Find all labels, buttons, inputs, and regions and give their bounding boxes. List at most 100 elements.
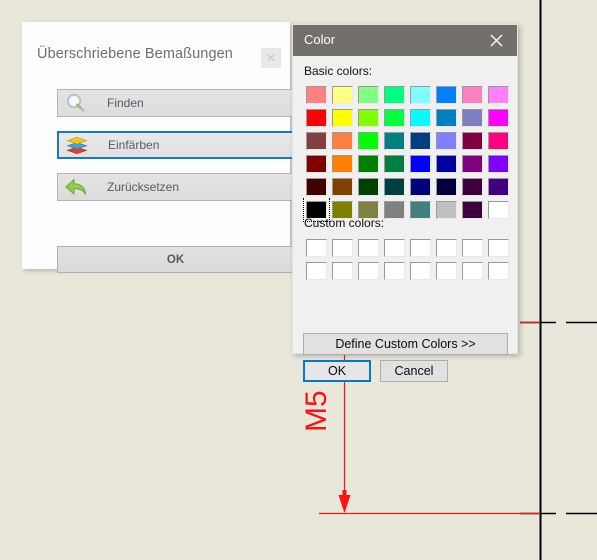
custom-color-swatch[interactable] — [303, 236, 329, 259]
swatch-fill — [357, 108, 379, 127]
basic-color-swatch[interactable] — [433, 106, 459, 129]
basic-color-swatch[interactable] — [433, 175, 459, 198]
basic-color-swatch[interactable] — [433, 129, 459, 152]
basic-color-swatch[interactable] — [485, 106, 511, 129]
custom-colors-label: Custom colors: — [304, 216, 385, 230]
custom-color-swatch[interactable] — [407, 259, 433, 282]
colorize-button[interactable]: Einfärben — [57, 131, 294, 159]
basic-color-swatch[interactable] — [303, 175, 329, 198]
color-dialog-ok-button[interactable]: OK — [303, 360, 371, 382]
swatch-fill — [409, 85, 431, 104]
basic-color-swatch[interactable] — [459, 198, 485, 221]
color-dialog-cancel-button[interactable]: Cancel — [380, 360, 448, 382]
basic-color-swatch[interactable] — [329, 175, 355, 198]
basic-color-swatch[interactable] — [407, 175, 433, 198]
undo-arrow-icon — [61, 175, 91, 199]
custom-color-swatch[interactable] — [381, 259, 407, 282]
define-custom-colors-button[interactable]: Define Custom Colors >> — [303, 333, 508, 355]
custom-color-swatch[interactable] — [433, 259, 459, 282]
custom-color-swatch[interactable] — [355, 259, 381, 282]
basic-color-swatch[interactable] — [485, 129, 511, 152]
basic-color-swatch[interactable] — [381, 129, 407, 152]
custom-color-swatch[interactable] — [381, 236, 407, 259]
basic-color-swatch[interactable] — [329, 129, 355, 152]
swatch-fill — [383, 85, 405, 104]
basic-color-swatch[interactable] — [459, 175, 485, 198]
custom-color-swatch[interactable] — [407, 236, 433, 259]
swatch-fill — [409, 108, 431, 127]
basic-color-swatch[interactable] — [303, 106, 329, 129]
basic-color-swatch[interactable] — [355, 106, 381, 129]
tool-dialog-ok-button[interactable]: OK — [57, 246, 294, 273]
swatch-fill — [305, 131, 327, 150]
tool-dialog-ok-label: OK — [166, 253, 185, 266]
custom-color-swatch[interactable] — [355, 236, 381, 259]
basic-color-swatch[interactable] — [381, 198, 407, 221]
find-button[interactable]: Finden — [57, 89, 294, 117]
swatch-fill — [461, 108, 483, 127]
basic-colors-label: Basic colors: — [304, 64, 373, 78]
basic-color-swatch[interactable] — [433, 83, 459, 106]
swatch-fill — [383, 177, 405, 196]
custom-color-swatch[interactable] — [303, 259, 329, 282]
basic-color-swatch[interactable] — [355, 152, 381, 175]
custom-color-swatch[interactable] — [485, 259, 511, 282]
basic-color-swatch[interactable] — [329, 106, 355, 129]
swatch-fill — [435, 177, 457, 196]
swatch-fill — [305, 154, 327, 173]
swatch-fill — [487, 238, 509, 257]
basic-color-swatch[interactable] — [433, 152, 459, 175]
swatch-fill — [435, 108, 457, 127]
basic-color-swatch[interactable] — [303, 129, 329, 152]
basic-color-swatch[interactable] — [303, 83, 329, 106]
swatch-fill — [331, 238, 353, 257]
basic-color-swatch[interactable] — [381, 152, 407, 175]
colorize-button-label: Einfärben — [108, 138, 160, 152]
swatch-fill — [409, 131, 431, 150]
custom-colors-grid[interactable] — [303, 236, 511, 282]
basic-colors-grid[interactable] — [302, 83, 511, 222]
basic-color-swatch[interactable] — [485, 83, 511, 106]
basic-color-swatch[interactable] — [485, 175, 511, 198]
overridden-dimensions-dialog: Überschriebene Bemaßungen ✕ Finden Einfä… — [22, 22, 294, 273]
swatch-fill — [487, 131, 509, 150]
custom-color-swatch[interactable] — [433, 236, 459, 259]
swatch-fill — [435, 85, 457, 104]
basic-color-swatch[interactable] — [355, 129, 381, 152]
custom-color-swatch[interactable] — [459, 236, 485, 259]
close-icon[interactable] — [475, 25, 517, 56]
basic-color-swatch[interactable] — [485, 198, 511, 221]
basic-color-swatch[interactable] — [407, 106, 433, 129]
basic-color-swatch[interactable] — [381, 83, 407, 106]
basic-color-swatch[interactable] — [407, 152, 433, 175]
custom-color-swatch[interactable] — [459, 259, 485, 282]
basic-color-swatch[interactable] — [303, 152, 329, 175]
close-icon[interactable]: ✕ — [261, 48, 281, 68]
basic-color-swatch[interactable] — [329, 152, 355, 175]
basic-color-swatch[interactable] — [381, 175, 407, 198]
color-layers-icon — [62, 133, 92, 157]
swatch-fill — [331, 108, 353, 127]
basic-color-swatch[interactable] — [355, 83, 381, 106]
basic-color-swatch[interactable] — [459, 129, 485, 152]
reset-button[interactable]: Zurücksetzen — [57, 173, 294, 201]
basic-color-swatch[interactable] — [381, 106, 407, 129]
page-title: Überschriebene Bemaßungen — [37, 46, 233, 62]
custom-color-swatch[interactable] — [329, 259, 355, 282]
basic-color-swatch[interactable] — [459, 106, 485, 129]
basic-color-swatch[interactable] — [485, 152, 511, 175]
swatch-fill — [409, 200, 431, 219]
basic-color-swatch[interactable] — [459, 152, 485, 175]
basic-color-swatch[interactable] — [355, 175, 381, 198]
basic-color-swatch[interactable] — [407, 83, 433, 106]
basic-color-swatch[interactable] — [433, 198, 459, 221]
custom-color-swatch[interactable] — [485, 236, 511, 259]
swatch-fill — [383, 108, 405, 127]
basic-color-swatch[interactable] — [407, 129, 433, 152]
basic-color-swatch[interactable] — [329, 83, 355, 106]
magnifier-icon — [61, 91, 91, 115]
basic-color-swatch[interactable] — [407, 198, 433, 221]
swatch-fill — [409, 154, 431, 173]
basic-color-swatch[interactable] — [459, 83, 485, 106]
custom-color-swatch[interactable] — [329, 236, 355, 259]
